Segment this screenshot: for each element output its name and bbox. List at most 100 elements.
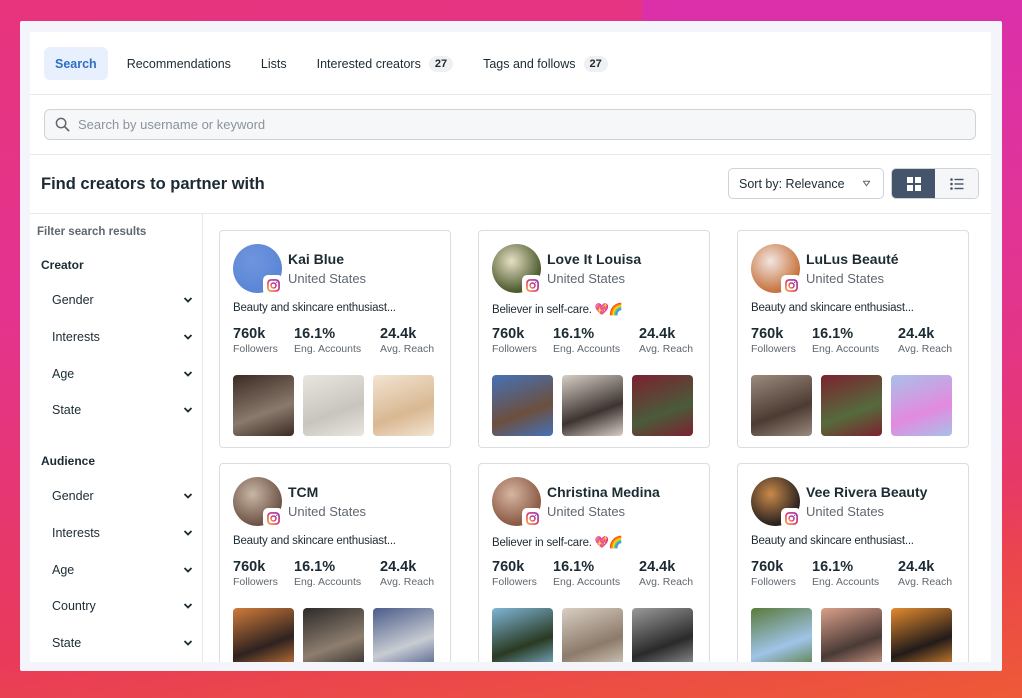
sort-dropdown[interactable]: Sort by: Relevance — [728, 168, 884, 199]
filter-label: Country — [52, 599, 96, 613]
stat-reach: 24.4k Avg. Reach — [639, 326, 693, 355]
search-input[interactable] — [78, 117, 958, 132]
post-thumbnails — [492, 375, 693, 436]
creator-card[interactable]: Kai Blue United States Beauty and skinca… — [219, 230, 451, 448]
post-thumbnail[interactable] — [562, 375, 623, 436]
filter-label: Age — [52, 367, 75, 381]
filter-audience-country[interactable]: Country — [41, 591, 193, 621]
stat-engagement: 16.1% Eng. Accounts — [553, 559, 620, 588]
creator-location: United States — [806, 504, 885, 519]
stat-label: Followers — [492, 576, 537, 588]
post-thumbnail[interactable] — [751, 608, 812, 662]
post-thumbnail[interactable] — [373, 375, 434, 436]
stat-value: 760k — [492, 326, 525, 342]
chevron-down-icon — [183, 603, 193, 609]
tab-search[interactable]: Search — [44, 47, 108, 80]
post-thumbnail[interactable] — [562, 608, 623, 662]
post-thumbnail[interactable] — [891, 375, 952, 436]
stat-label: Avg. Reach — [380, 343, 435, 355]
chevron-down-icon — [183, 530, 193, 536]
filter-label: State — [52, 403, 82, 417]
post-thumbnail[interactable] — [632, 608, 693, 662]
tab-tags-and-follows[interactable]: Tags and follows 27 — [472, 47, 619, 80]
filter-audience-age[interactable]: Age — [41, 555, 193, 585]
stat-value: 24.4k — [898, 559, 935, 575]
chevron-down-icon — [183, 640, 193, 646]
instagram-icon — [782, 276, 800, 294]
filter-sidebar: Filter search results Creator Gender Int… — [30, 214, 203, 662]
post-thumbnail[interactable] — [303, 608, 364, 662]
creator-name[interactable]: LuLus Beauté — [806, 251, 899, 267]
page-title: Find creators to partner with — [41, 175, 265, 193]
post-thumbnail[interactable] — [492, 375, 553, 436]
stat-value: 16.1% — [553, 326, 595, 342]
creator-name[interactable]: TCM — [288, 484, 318, 500]
grid-view-button[interactable] — [892, 169, 935, 198]
creator-bio: Beauty and skincare enthusiast... — [233, 535, 396, 547]
creator-name[interactable]: Christina Medina — [547, 484, 660, 500]
filter-creator-state[interactable]: State — [41, 395, 193, 425]
stat-label: Avg. Reach — [898, 343, 953, 355]
list-view-button[interactable] — [935, 169, 978, 198]
post-thumbnail[interactable] — [821, 608, 882, 662]
search-bar[interactable] — [44, 109, 976, 140]
stat-label: Eng. Accounts — [294, 343, 362, 355]
filter-audience-interests[interactable]: Interests — [41, 518, 193, 548]
chevron-down-icon — [183, 493, 193, 499]
filter-creator-age[interactable]: Age — [41, 359, 193, 389]
stat-label: Eng. Accounts — [553, 343, 621, 355]
creator-bio: Believer in self-care. 💖🌈 — [492, 537, 624, 549]
section-title-creator: Creator — [41, 258, 84, 272]
stat-value: 16.1% — [294, 559, 336, 575]
tab-lists[interactable]: Lists — [250, 47, 298, 80]
stat-engagement: 16.1% Eng. Accounts — [294, 326, 361, 355]
stat-value: 24.4k — [639, 326, 676, 342]
stat-label: Followers — [233, 343, 278, 355]
creator-name[interactable]: Vee Rivera Beauty — [806, 484, 927, 500]
stat-label: Eng. Accounts — [553, 576, 621, 588]
creator-name[interactable]: Kai Blue — [288, 251, 344, 267]
stat-followers: 760k Followers — [751, 326, 796, 355]
post-thumbnail[interactable] — [891, 608, 952, 662]
post-thumbnail[interactable] — [233, 375, 294, 436]
filter-label: Interests — [52, 330, 100, 344]
stat-value: 24.4k — [380, 326, 417, 342]
post-thumbnail[interactable] — [233, 608, 294, 662]
creator-bio: Beauty and skincare enthusiast... — [751, 535, 914, 547]
post-thumbnail[interactable] — [751, 375, 812, 436]
grid-icon — [906, 176, 921, 191]
instagram-icon — [264, 276, 282, 294]
tab-recommendations[interactable]: Recommendations — [116, 47, 242, 80]
stat-reach: 24.4k Avg. Reach — [380, 326, 434, 355]
creator-name[interactable]: Love It Louisa — [547, 251, 641, 267]
filter-audience-gender[interactable]: Gender — [41, 481, 193, 511]
post-thumbnail[interactable] — [492, 608, 553, 662]
creator-bio: Believer in self-care. 💖🌈 — [492, 304, 624, 316]
creator-card[interactable]: Christina Medina United States Believer … — [478, 463, 710, 662]
creator-card[interactable]: TCM United States Beauty and skincare en… — [219, 463, 451, 662]
chevron-down-icon — [183, 334, 193, 340]
creator-location: United States — [288, 504, 367, 519]
divider — [30, 154, 991, 155]
post-thumbnail[interactable] — [632, 375, 693, 436]
filter-creator-interests[interactable]: Interests — [41, 322, 193, 352]
stat-engagement: 16.1% Eng. Accounts — [553, 326, 620, 355]
creator-card[interactable]: Vee Rivera Beauty United States Beauty a… — [737, 463, 969, 662]
creator-bio: Beauty and skincare enthusiast... — [751, 302, 914, 314]
stat-reach: 24.4k Avg. Reach — [380, 559, 434, 588]
post-thumbnail[interactable] — [303, 375, 364, 436]
stat-engagement: 16.1% Eng. Accounts — [812, 326, 879, 355]
filter-audience-state[interactable]: State — [41, 628, 193, 658]
post-thumbnail[interactable] — [373, 608, 434, 662]
stat-label: Avg. Reach — [380, 576, 435, 588]
tab-interested-creators[interactable]: Interested creators 27 — [306, 47, 464, 80]
filter-creator-gender[interactable]: Gender — [41, 285, 193, 315]
caret-down-icon — [862, 180, 871, 187]
post-thumbnails — [233, 375, 434, 436]
creator-card[interactable]: Love It Louisa United States Believer in… — [478, 230, 710, 448]
stat-followers: 760k Followers — [233, 559, 278, 588]
stat-reach: 24.4k Avg. Reach — [898, 326, 952, 355]
post-thumbnail[interactable] — [821, 375, 882, 436]
filter-label: State — [52, 636, 82, 650]
creator-card[interactable]: LuLus Beauté United States Beauty and sk… — [737, 230, 969, 448]
